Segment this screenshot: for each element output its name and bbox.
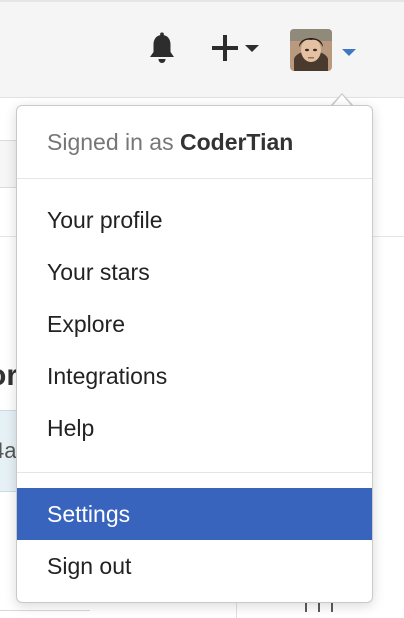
caret-down-icon [245, 45, 259, 52]
create-new-button[interactable] [211, 32, 263, 64]
dropdown-pointer [330, 90, 354, 107]
bell-icon[interactable] [146, 32, 178, 66]
menu-item-explore[interactable]: Explore [17, 298, 372, 350]
menu-item-your-stars[interactable]: Your stars [17, 246, 372, 298]
menu-item-integrations[interactable]: Integrations [17, 350, 372, 402]
menu-divider [17, 178, 372, 179]
signed-in-header: Signed in as CoderTian [47, 126, 293, 158]
user-dropdown-menu: Signed in as CoderTian Your profile Your… [16, 105, 373, 603]
caret-down-icon [341, 45, 357, 56]
background-divider-bottom [0, 610, 90, 611]
user-avatar[interactable] [290, 29, 332, 71]
user-menu-toggle[interactable] [290, 29, 360, 71]
signed-in-username: CoderTian [179, 129, 294, 155]
header-top-edge [0, 0, 404, 2]
menu-item-settings[interactable]: Settings [17, 488, 372, 540]
menu-item-your-profile[interactable]: Your profile [17, 194, 372, 246]
top-header [0, 0, 404, 98]
page: or 4a Signed in as CoderTian Your profil… [0, 0, 404, 618]
background-code-text: 4a [0, 438, 17, 463]
signed-in-label: Signed in as [47, 129, 174, 155]
menu-item-sign-out[interactable]: Sign out [17, 540, 372, 592]
menu-item-help[interactable]: Help [17, 402, 372, 454]
menu-divider [17, 472, 372, 473]
plus-icon [212, 35, 238, 61]
